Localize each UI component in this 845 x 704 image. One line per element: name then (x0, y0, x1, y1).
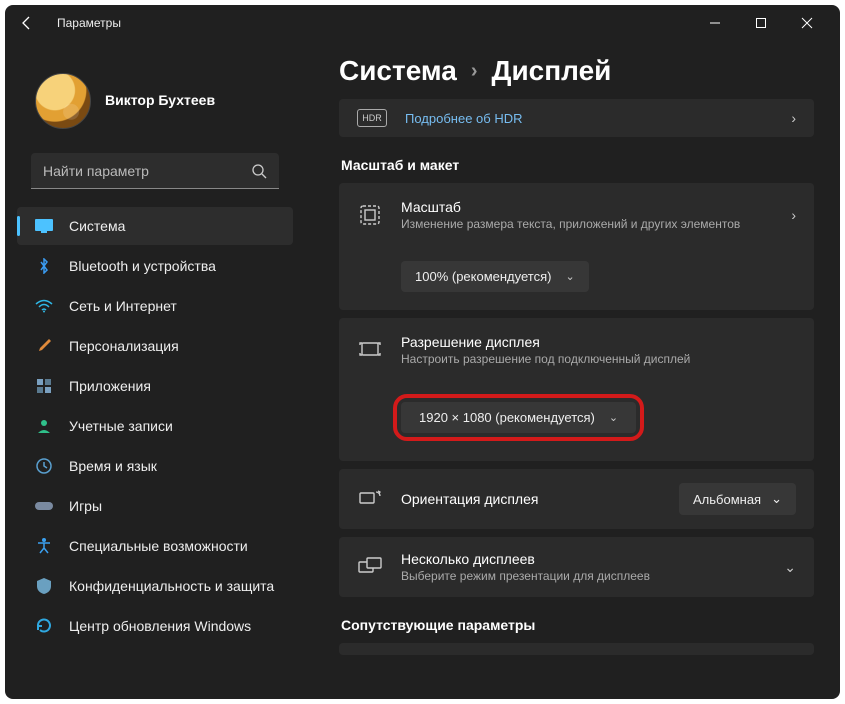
sidebar-item-label: Игры (69, 498, 102, 514)
update-icon (35, 617, 53, 635)
breadcrumb-system[interactable]: Система (339, 55, 457, 87)
window-title: Параметры (57, 16, 121, 30)
apps-icon (35, 377, 53, 395)
sidebar-item-6[interactable]: Время и язык (17, 447, 293, 485)
scale-card[interactable]: Масштаб Изменение размера текста, прилож… (339, 183, 814, 310)
scale-icon (357, 202, 383, 228)
user-block[interactable]: Виктор Бухтеев (13, 53, 297, 143)
chevron-right-icon: › (471, 60, 478, 83)
scale-desc: Изменение размера текста, приложений и д… (401, 217, 773, 231)
clock-icon (35, 457, 53, 475)
sidebar-item-label: Сеть и Интернет (69, 298, 177, 314)
sidebar-item-0[interactable]: Система (17, 207, 293, 245)
orientation-dropdown[interactable]: Альбомная ⌄ (679, 483, 796, 515)
sidebar-item-label: Специальные возможности (69, 538, 248, 554)
sidebar-item-3[interactable]: Персонализация (17, 327, 293, 365)
avatar (35, 73, 91, 129)
chevron-down-icon: ⌄ (771, 491, 782, 507)
display-icon (35, 217, 53, 235)
highlight-annotation: 1920 × 1080 (рекомендуется) ⌄ (393, 394, 644, 441)
multi-display-card[interactable]: Несколько дисплеев Выберите режим презен… (339, 537, 814, 597)
sidebar-item-7[interactable]: Игры (17, 487, 293, 525)
search-box[interactable] (31, 153, 279, 189)
chevron-right-icon: › (791, 110, 796, 126)
orientation-icon (357, 486, 383, 512)
window-controls (692, 7, 830, 39)
nav-list: Система Bluetooth и устройства Сеть и Инте… (13, 207, 297, 645)
multi-desc: Выберите режим презентации для дисплеев (401, 569, 766, 583)
games-icon (35, 497, 53, 515)
back-button[interactable] (15, 11, 39, 35)
hdr-card[interactable]: HDR Подробнее об HDR › (339, 99, 814, 137)
sidebar-item-label: Персонализация (69, 338, 179, 354)
search-icon (251, 163, 267, 179)
sidebar-item-2[interactable]: Сеть и Интернет (17, 287, 293, 325)
shield-icon (35, 577, 53, 595)
user-name: Виктор Бухтеев (105, 92, 215, 108)
chevron-down-icon: ⌄ (784, 559, 796, 576)
resolution-desc: Настроить разрешение под подключенный ди… (401, 352, 796, 366)
brush-icon (35, 337, 53, 355)
settings-window: Параметры Виктор Бухтеев (5, 5, 840, 699)
sidebar-item-label: Приложения (69, 378, 151, 394)
resolution-value: 1920 × 1080 (рекомендуется) (419, 410, 595, 425)
search-input[interactable] (43, 163, 251, 179)
hdr-link[interactable]: Подробнее об HDR (405, 111, 773, 126)
sidebar-item-label: Bluetooth и устройства (69, 258, 216, 274)
sidebar-item-1[interactable]: Bluetooth и устройства (17, 247, 293, 285)
chevron-down-icon: ⌄ (609, 411, 618, 424)
chevron-down-icon: ⌄ (565, 270, 574, 283)
sidebar-item-4[interactable]: Приложения (17, 367, 293, 405)
hdr-icon: HDR (357, 109, 387, 127)
scale-dropdown[interactable]: 100% (рекомендуется) ⌄ (401, 261, 589, 292)
orientation-card[interactable]: Ориентация дисплея Альбомная ⌄ (339, 469, 814, 529)
close-button[interactable] (784, 7, 830, 39)
chevron-right-icon: › (791, 207, 796, 223)
content: Виктор Бухтеев Система Bluetooth и устрой… (5, 41, 840, 699)
multi-display-icon (357, 554, 383, 580)
sidebar-item-5[interactable]: Учетные записи (17, 407, 293, 445)
accessibility-icon (35, 537, 53, 555)
resolution-icon (357, 337, 383, 363)
section-related-label: Сопутствующие параметры (341, 617, 814, 633)
sidebar-item-label: Система (69, 218, 125, 234)
bluetooth-icon (35, 257, 53, 275)
sidebar: Виктор Бухтеев Система Bluetooth и устрой… (5, 41, 305, 699)
multi-title: Несколько дисплеев (401, 551, 766, 567)
maximize-button[interactable] (738, 7, 784, 39)
sidebar-item-10[interactable]: Центр обновления Windows (17, 607, 293, 645)
scale-title: Масштаб (401, 199, 773, 215)
orientation-title: Ориентация дисплея (401, 491, 661, 507)
breadcrumb: Система › Дисплей (339, 55, 814, 87)
orientation-value: Альбомная (693, 492, 761, 507)
titlebar: Параметры (5, 5, 840, 41)
sidebar-item-8[interactable]: Специальные возможности (17, 527, 293, 565)
sidebar-item-label: Конфиденциальность и защита (69, 578, 274, 594)
resolution-title: Разрешение дисплея (401, 334, 796, 350)
sidebar-item-label: Время и язык (69, 458, 157, 474)
main-panel: Система › Дисплей HDR Подробнее об HDR ›… (305, 41, 840, 699)
sidebar-item-9[interactable]: Конфиденциальность и защита (17, 567, 293, 605)
section-scale-label: Масштаб и макет (341, 157, 814, 173)
resolution-dropdown[interactable]: 1920 × 1080 (рекомендуется) ⌄ (401, 402, 636, 433)
related-card-stub[interactable] (339, 643, 814, 655)
user-info: Виктор Бухтеев (105, 92, 215, 110)
minimize-button[interactable] (692, 7, 738, 39)
account-icon (35, 417, 53, 435)
resolution-card: Разрешение дисплея Настроить разрешение … (339, 318, 814, 461)
breadcrumb-display: Дисплей (492, 55, 612, 87)
scale-value: 100% (рекомендуется) (415, 269, 551, 284)
sidebar-item-label: Центр обновления Windows (69, 618, 251, 634)
wifi-icon (35, 297, 53, 315)
sidebar-item-label: Учетные записи (69, 418, 173, 434)
